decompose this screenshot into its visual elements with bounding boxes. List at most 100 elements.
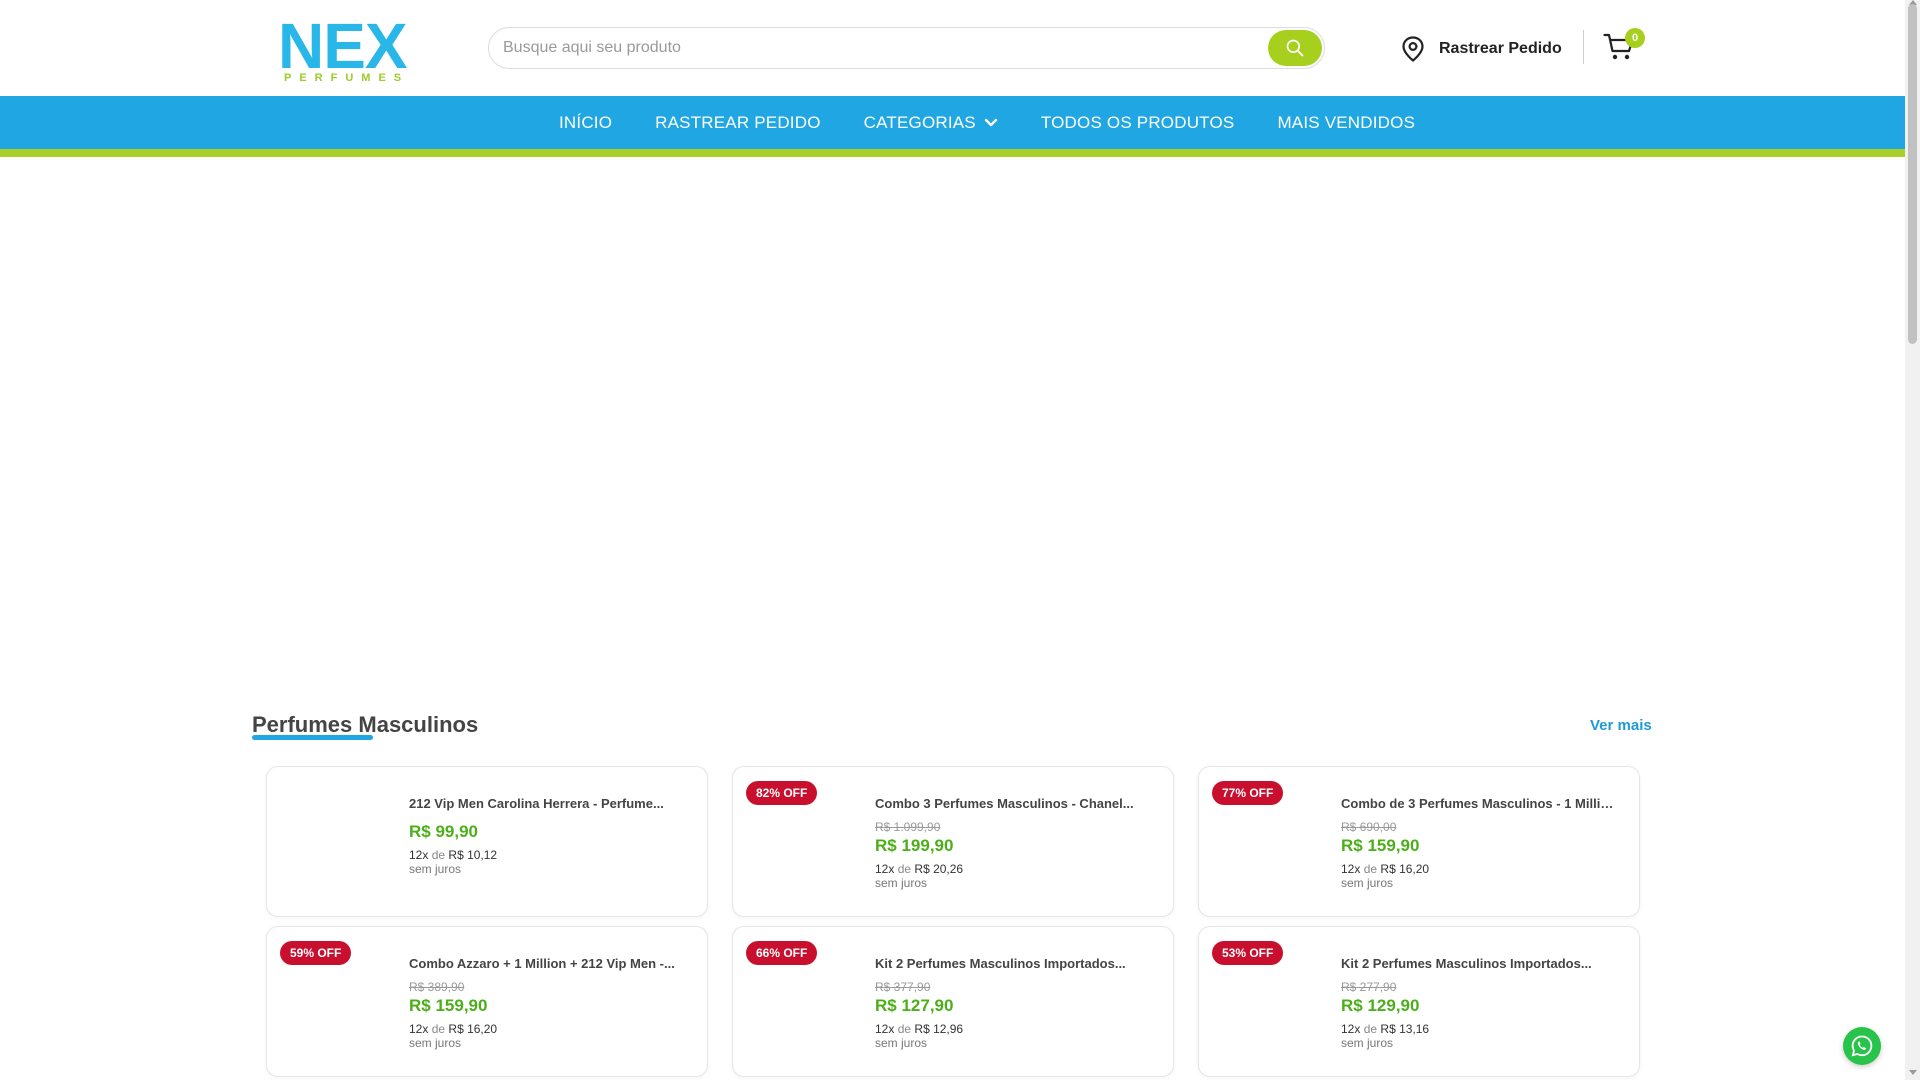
header-divider: [1583, 30, 1584, 64]
product-old-price: R$ 277,90: [1341, 980, 1397, 994]
installment-count: 12x: [875, 862, 895, 876]
installment-count: 12x: [409, 1022, 429, 1036]
logo-subtitle: PERFUMES: [284, 72, 410, 84]
product-installments: 12x de R$ 20,26: [875, 862, 1153, 876]
page-scrollbar[interactable]: [1905, 0, 1920, 1080]
scroll-down-arrow[interactable]: [1909, 1070, 1917, 1075]
product-installments: 12x de R$ 12,96: [875, 1022, 1153, 1036]
product-info: Kit 2 Perfumes Masculinos Importados... …: [875, 956, 1153, 1050]
installment-no-fee: sem juros: [875, 876, 928, 890]
product-card[interactable]: 53% OFF Kit 2 Perfumes Masculinos Import…: [1198, 926, 1640, 1077]
product-old-price: R$ 690,00: [1341, 820, 1397, 834]
whatsapp-button[interactable]: [1843, 1027, 1881, 1065]
installment-de: de: [431, 1022, 446, 1036]
product-info: Combo Azzaro + 1 Million + 212 Vip Men -…: [409, 956, 687, 1050]
installment-value: R$ 12,96: [914, 1022, 964, 1036]
product-price: R$ 129,90: [1341, 996, 1420, 1015]
section-title-underline: [252, 735, 373, 740]
nav-item-label: TODOS OS PRODUTOS: [1040, 112, 1235, 132]
installment-count: 12x: [875, 1022, 895, 1036]
nav-item-inicio[interactable]: INÍCIO: [559, 113, 612, 133]
nav-item-todos-os-produtos[interactable]: TODOS OS PRODUTOS: [1041, 113, 1235, 133]
discount-badge: 53% OFF: [1212, 941, 1284, 965]
nav-accent-bar: [0, 149, 1905, 157]
scrollbar-thumb[interactable]: [1908, 4, 1917, 344]
product-name: Kit 2 Perfumes Masculinos Importados...: [875, 956, 1126, 971]
product-old-price: R$ 377,90: [875, 980, 931, 994]
nav-item-label: RASTREAR PEDIDO: [655, 112, 821, 132]
main-nav: INÍCIO RASTREAR PEDIDO CATEGORIAS TODOS …: [0, 96, 1905, 149]
product-name: Combo 3 Perfumes Masculinos - Chanel...: [875, 796, 1134, 811]
nav-items: INÍCIO RASTREAR PEDIDO CATEGORIAS TODOS …: [559, 96, 1458, 149]
product-card[interactable]: 66% OFF Kit 2 Perfumes Masculinos Import…: [732, 926, 1174, 1077]
product-info: 212 Vip Men Carolina Herrera - Perfume..…: [409, 796, 687, 876]
installment-value: R$ 10,12: [448, 848, 498, 862]
product-name: 212 Vip Men Carolina Herrera - Perfume..…: [409, 796, 664, 811]
installment-no-fee: sem juros: [1341, 1036, 1394, 1050]
location-pin-icon: [1402, 36, 1424, 62]
installment-no-fee: sem juros: [875, 1036, 928, 1050]
whatsapp-icon: [1851, 1035, 1873, 1057]
cart-count-badge: 0: [1625, 28, 1645, 48]
track-order-link[interactable]: Rastrear Pedido: [1401, 34, 1562, 64]
search-bar: [488, 27, 1325, 69]
nav-item-mais-vendidos[interactable]: MAIS VENDIDOS: [1277, 113, 1415, 133]
installment-count: 12x: [409, 848, 429, 862]
product-price: R$ 159,90: [409, 996, 488, 1015]
installment-de: de: [431, 848, 446, 862]
discount-badge: 82% OFF: [746, 781, 818, 805]
product-name: Combo de 3 Perfumes Masculinos - 1 Milli…: [1341, 796, 1619, 811]
installment-count: 12x: [1341, 862, 1361, 876]
hero-banner: [0, 157, 1905, 687]
product-price: R$ 127,90: [875, 996, 954, 1015]
product-installments: 12x de R$ 13,16: [1341, 1022, 1619, 1036]
logo-wordmark: NEX: [278, 10, 408, 82]
product-card[interactable]: 77% OFF Combo de 3 Perfumes Masculinos -…: [1198, 766, 1640, 917]
installment-de: de: [897, 1022, 912, 1036]
installment-de: de: [1363, 862, 1378, 876]
product-name: Kit 2 Perfumes Masculinos Importados...: [1341, 956, 1592, 971]
discount-badge: 77% OFF: [1212, 781, 1284, 805]
installment-value: R$ 16,20: [1380, 862, 1430, 876]
installment-count: 12x: [1341, 1022, 1361, 1036]
nav-item-rastrear-pedido[interactable]: RASTREAR PEDIDO: [655, 113, 820, 133]
installment-de: de: [897, 862, 912, 876]
search-icon: [1286, 39, 1304, 57]
search-input[interactable]: [503, 28, 1263, 68]
product-old-price: R$ 1.099,90: [875, 820, 941, 834]
nav-item-label: INÍCIO: [559, 112, 613, 132]
product-card[interactable]: 82% OFF Combo 3 Perfumes Masculinos - Ch…: [732, 766, 1174, 917]
product-card[interactable]: 59% OFF Combo Azzaro + 1 Million + 212 V…: [266, 926, 708, 1077]
search-button[interactable]: [1268, 30, 1322, 66]
product-info: Combo de 3 Perfumes Masculinos - 1 Milli…: [1341, 796, 1619, 890]
product-installments: 12x de R$ 10,12: [409, 848, 687, 862]
product-price: R$ 159,90: [1341, 836, 1420, 855]
installment-no-fee: sem juros: [409, 862, 462, 876]
discount-badge: 66% OFF: [746, 941, 818, 965]
installment-value: R$ 20,26: [914, 862, 964, 876]
nav-item-categorias[interactable]: CATEGORIAS: [864, 113, 998, 133]
product-info: Kit 2 Perfumes Masculinos Importados... …: [1341, 956, 1619, 1050]
product-info: Combo 3 Perfumes Masculinos - Chanel... …: [875, 796, 1153, 890]
installment-no-fee: sem juros: [409, 1036, 462, 1050]
track-order-label: Rastrear Pedido: [1439, 40, 1562, 57]
product-price: R$ 199,90: [875, 836, 954, 855]
installment-no-fee: sem juros: [1341, 876, 1394, 890]
chevron-down-icon: [984, 118, 998, 126]
see-more-link[interactable]: Ver mais: [1590, 717, 1652, 734]
discount-badge: 59% OFF: [280, 941, 352, 965]
logo[interactable]: NEX PERFUMES: [278, 10, 418, 84]
nav-item-label: CATEGORIAS: [863, 112, 976, 132]
top-header: NEX PERFUMES Rastrear Pedido: [0, 0, 1905, 96]
installment-value: R$ 13,16: [1380, 1022, 1430, 1036]
page: NEX PERFUMES Rastrear Pedido: [0, 0, 1920, 1080]
nav-item-label: MAIS VENDIDOS: [1277, 112, 1416, 132]
product-price: R$ 99,90: [409, 822, 478, 841]
product-card[interactable]: 212 Vip Men Carolina Herrera - Perfume..…: [266, 766, 708, 917]
product-installments: 12x de R$ 16,20: [409, 1022, 687, 1036]
product-installments: 12x de R$ 16,20: [1341, 862, 1619, 876]
product-old-price: R$ 389,90: [409, 980, 465, 994]
installment-value: R$ 16,20: [448, 1022, 498, 1036]
product-name: Combo Azzaro + 1 Million + 212 Vip Men -…: [409, 956, 675, 971]
installment-de: de: [1363, 1022, 1378, 1036]
